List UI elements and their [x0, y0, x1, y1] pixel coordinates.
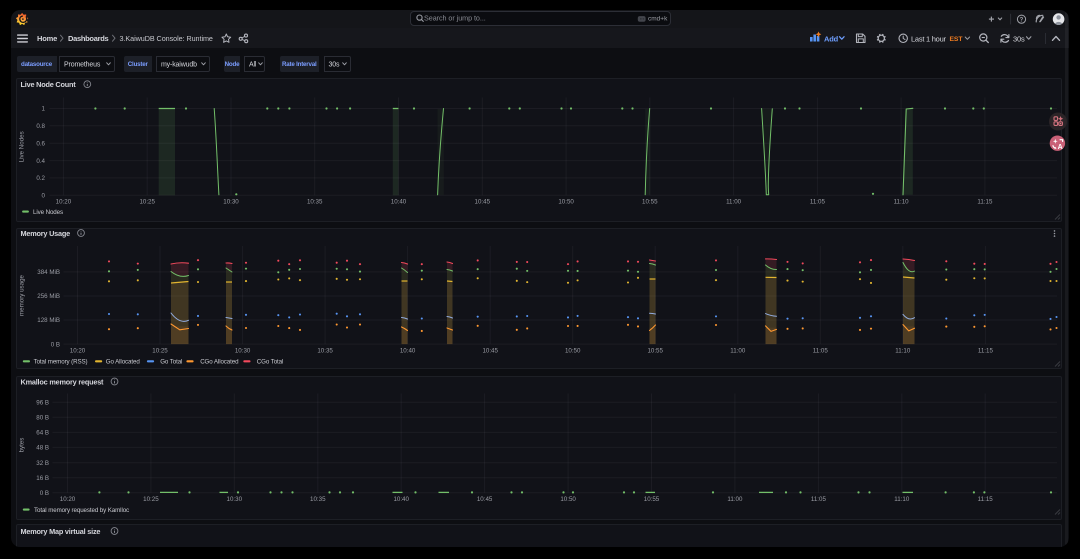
svg-text:11:00: 11:00	[730, 347, 746, 354]
svg-text:Prometheus: Prometheus	[64, 61, 101, 68]
svg-text:CGo Total: CGo Total	[257, 359, 284, 366]
svg-text:Go Total: Go Total	[160, 359, 182, 366]
svg-text:30s: 30s	[329, 61, 340, 68]
svg-text:11:00: 11:00	[726, 199, 742, 206]
svg-text:32 B: 32 B	[36, 460, 49, 467]
svg-text:0.6: 0.6	[36, 140, 45, 147]
svg-text:0.2: 0.2	[36, 175, 45, 182]
svg-text:10:35: 10:35	[310, 496, 326, 503]
svg-text:10:50: 10:50	[558, 199, 574, 206]
svg-text:64 B: 64 B	[36, 430, 49, 437]
svg-text:10:25: 10:25	[152, 347, 168, 354]
svg-text:80 B: 80 B	[36, 415, 49, 422]
svg-text:11:10: 11:10	[894, 199, 910, 206]
svg-text:cmd+k: cmd+k	[648, 16, 668, 23]
svg-text:11:15: 11:15	[978, 496, 994, 503]
svg-text:0: 0	[42, 193, 46, 200]
svg-text:11:15: 11:15	[977, 199, 993, 206]
svg-text:All: All	[249, 61, 257, 68]
svg-text:A: A	[1058, 144, 1063, 151]
svg-text:10:45: 10:45	[477, 496, 493, 503]
svg-text:96 B: 96 B	[36, 400, 49, 407]
svg-text:Node: Node	[225, 61, 240, 68]
svg-text:Total memory requested by Kaml: Total memory requested by Kamlloc	[34, 507, 129, 514]
svg-text:11:15: 11:15	[978, 347, 994, 354]
svg-text:Total memory (RSS): Total memory (RSS)	[34, 359, 88, 366]
svg-text:384 MiB: 384 MiB	[37, 269, 60, 276]
svg-text:10:35: 10:35	[307, 199, 323, 206]
svg-text:3.KaiwuDB Console: Runtime: 3.KaiwuDB Console: Runtime	[120, 34, 213, 43]
svg-text:10:35: 10:35	[317, 347, 333, 354]
svg-text:Memory Usage: Memory Usage	[21, 229, 71, 238]
svg-text:10:25: 10:25	[143, 496, 159, 503]
svg-text:Go Allocated: Go Allocated	[106, 359, 141, 366]
svg-text:11:05: 11:05	[811, 496, 827, 503]
svg-text:0.4: 0.4	[36, 158, 45, 165]
svg-text:Live Nodes: Live Nodes	[33, 209, 63, 216]
svg-text:0 B: 0 B	[40, 490, 49, 497]
svg-text:30s: 30s	[1013, 34, 1025, 43]
svg-text:Dashboards: Dashboards	[68, 34, 108, 43]
svg-text:my-kaiwudb: my-kaiwudb	[161, 61, 197, 68]
svg-text:10:55: 10:55	[647, 347, 663, 354]
svg-text:10:20: 10:20	[70, 347, 86, 354]
svg-text:Live Node Count: Live Node Count	[21, 80, 77, 89]
svg-text:datasource: datasource	[21, 61, 53, 68]
svg-text:10:40: 10:40	[400, 347, 416, 354]
svg-text:bytes: bytes	[19, 438, 26, 453]
svg-text:256 MiB: 256 MiB	[37, 293, 60, 300]
svg-text:16 B: 16 B	[36, 475, 49, 482]
svg-text:128 MiB: 128 MiB	[37, 317, 60, 324]
svg-text:10:30: 10:30	[223, 199, 239, 206]
svg-text:11:05: 11:05	[813, 347, 829, 354]
svg-text:0.8: 0.8	[36, 123, 45, 130]
svg-text:10:20: 10:20	[60, 496, 76, 503]
svg-text:11:10: 11:10	[895, 347, 911, 354]
svg-text:Last 1 hour: Last 1 hour	[911, 34, 947, 43]
svg-text:10:20: 10:20	[56, 199, 72, 206]
svg-text:10:50: 10:50	[560, 496, 576, 503]
svg-text:10:40: 10:40	[391, 199, 407, 206]
svg-text:11:00: 11:00	[727, 496, 743, 503]
svg-text:10:55: 10:55	[644, 496, 660, 503]
svg-text:11:10: 11:10	[894, 496, 910, 503]
svg-text:Home: Home	[37, 34, 57, 43]
svg-text:11:05: 11:05	[810, 199, 826, 206]
svg-text:10:30: 10:30	[235, 347, 251, 354]
svg-text:10:45: 10:45	[482, 347, 498, 354]
svg-text:10:55: 10:55	[642, 199, 658, 206]
svg-text:Rate Interval: Rate Interval	[282, 61, 317, 68]
svg-text:Kmalloc memory request: Kmalloc memory request	[21, 377, 105, 386]
svg-text:Cluster: Cluster	[128, 61, 149, 68]
svg-text:10:40: 10:40	[393, 496, 409, 503]
svg-text:Live Nodes: Live Nodes	[19, 131, 26, 162]
svg-text:Memory Map virtual size: Memory Map virtual size	[21, 527, 101, 536]
svg-text:10:30: 10:30	[227, 496, 243, 503]
svg-text:memory usage: memory usage	[19, 274, 26, 315]
svg-text:0 B: 0 B	[51, 341, 60, 348]
svg-text:10:45: 10:45	[475, 199, 491, 206]
svg-text:EST: EST	[950, 36, 964, 43]
svg-text:Search or jump to...: Search or jump to...	[424, 13, 486, 22]
svg-text:10:50: 10:50	[565, 347, 581, 354]
svg-text:CGo Allocated: CGo Allocated	[200, 359, 239, 366]
svg-text:1: 1	[42, 106, 46, 113]
svg-text:Add: Add	[824, 34, 839, 43]
svg-text:?: ?	[1020, 18, 1024, 24]
svg-text:10:25: 10:25	[139, 199, 155, 206]
svg-text:48 B: 48 B	[36, 445, 49, 452]
